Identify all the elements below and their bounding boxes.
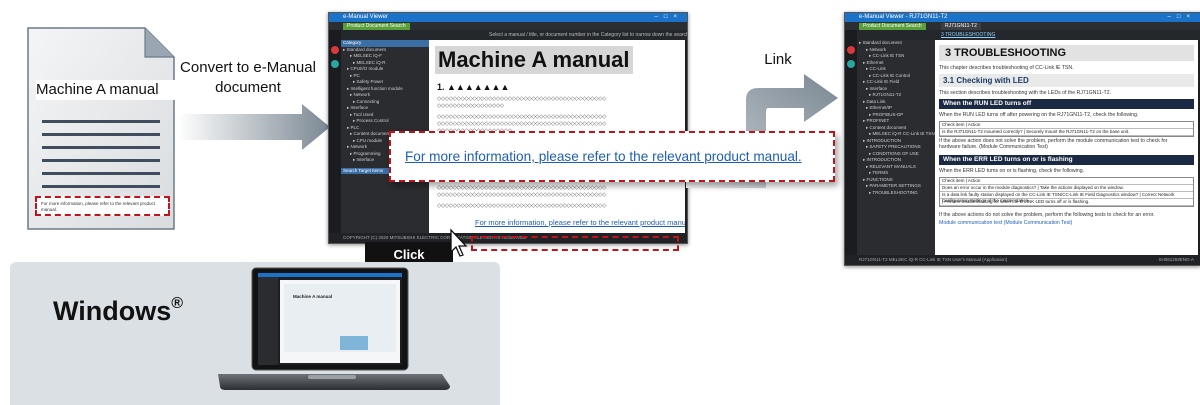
check-table: Check item | Action Is the RJ71GN11-T2 m…: [939, 121, 1194, 137]
table-row: Is the RJ71GN11-T2 mounted correctly? | …: [940, 129, 1193, 136]
placeholder-text-row: ◇◇◇◇◇◇◇◇◇◇◇◇◇◇◇◇◇◇◇◇◇◇◇◇◇◇◇◇◇◇◇◇◇◇◇◇◇◇◇◇…: [437, 121, 606, 127]
tree-item[interactable]: ▸ MELSEC iQ-R CC-Link IE TSN User's Manu…: [857, 131, 935, 138]
search-icon[interactable]: [847, 60, 855, 68]
cursor-pointer-icon: [450, 228, 468, 257]
breadcrumb[interactable]: 3 TROUBLESHOOTING: [941, 30, 995, 40]
placeholder-text-row: ◇◇◇◇◇◇◇◇◇◇◇◇◇◇◇◇◇◇◇◇◇◇◇◇◇◇◇◇◇◇◇◇◇◇◇◇◇◇◇◇…: [437, 114, 606, 120]
bullet-link[interactable]: Module communication test (Module Commun…: [939, 220, 1072, 226]
laptop-icon: [218, 267, 450, 390]
viewer-toolbar: 3 TROUBLESHOOTING: [845, 30, 1200, 40]
laptop-screen-title: Machine A manual: [293, 294, 333, 299]
tree-item[interactable]: ▸ TROUBLESHOOTING: [857, 190, 935, 197]
body-text: If the above action does not solve the p…: [939, 138, 1168, 150]
viewer-title-bar: e-Manual Viewer –□×: [329, 13, 687, 22]
section-heading: 3 TROUBLESHOOTING: [939, 45, 1194, 61]
placeholder-text-row: ◇◇◇◇◇◇◇◇◇◇◇◇◇◇◇◇◇◇◇◇◇◇◇◇◇◇◇◇◇◇◇◇◇◇◇◇◇◇◇◇…: [437, 192, 606, 198]
viewer-title-bar: e-Manual Viewer - RJ71GN11-T2 –□×: [845, 13, 1200, 22]
body-text: This section describes troubleshooting w…: [939, 90, 1112, 96]
table-row: | Perform troubleshooting for when the D…: [940, 199, 1193, 206]
windows-label: Windows®: [53, 295, 184, 326]
viewer-page: 3 TROUBLESHOOTING This chapter describes…: [935, 40, 1198, 255]
product-manual-link[interactable]: For more information, please refer to th…: [405, 149, 802, 164]
link-callout: For more information, please refer to th…: [389, 131, 835, 182]
table-row: Check item | Action: [940, 178, 1193, 185]
page-title: Machine A manual: [435, 46, 633, 74]
topic-heading: When the RUN LED turns off: [939, 99, 1194, 109]
check-table: Check item | Action Does an error occur …: [939, 177, 1194, 207]
placeholder-text-row: ◇◇◇◇◇◇◇◇◇◇◇◇◇◇◇◇◇◇◇◇◇◇◇◇◇◇◇◇◇◇◇◇◇◇◇◇◇◇◇◇…: [437, 96, 606, 102]
product-manual-link-small[interactable]: For more information, please refer to th…: [475, 218, 685, 227]
viewer-tabbar: Product Document Search RJ71GN11-T2: [845, 22, 1200, 30]
search-icon[interactable]: [331, 60, 339, 68]
document-title: Machine A manual: [36, 80, 178, 100]
convert-step-label: Convert to e-Manual document: [180, 59, 316, 96]
page-subtitle: 1. ▲▲▲▲▲▲▲: [437, 82, 510, 92]
table-row: Is a data link faulty station displayed …: [940, 192, 1193, 203]
table-row: Check item | Action: [940, 122, 1193, 129]
subsection-heading: 3.1 Checking with LED: [939, 74, 1194, 87]
side-icon-bar: [329, 30, 341, 233]
viewer-window-right: e-Manual Viewer - RJ71GN11-T2 –□× Produc…: [844, 12, 1200, 266]
tab-rj71gn11[interactable]: RJ71GN11-T2: [941, 23, 981, 30]
placeholder-text-row: ◇◇◇◇◇◇◇◇◇◇◇◇◇◇◇◇◇◇◇◇◇◇◇◇◇◇◇◇◇◇◇◇◇◇◇◇◇◇◇◇…: [437, 203, 606, 209]
table-row: Does an error occur in the module diagno…: [940, 185, 1193, 192]
tab-product-document-search[interactable]: Product Document Search: [859, 23, 926, 30]
link-highlight-box: [471, 236, 679, 251]
viewer-window-left: e-Manual Viewer –□× Product Document Sea…: [328, 12, 688, 244]
viewer-status-bar: RJ71GN11-T2 MELSEC iQ-R CC-Link IE TSN U…: [845, 255, 1200, 265]
topic-heading: When the ERR LED turns on or is flashing: [939, 155, 1194, 165]
viewer-toolbar: Select a manual / title, or document num…: [329, 30, 687, 40]
intro-text: This chapter describes troubleshooting o…: [939, 65, 1074, 71]
convert-arrow: [178, 104, 330, 150]
viewer-tabbar: Product Document Search: [329, 22, 687, 30]
document-footer-note: For more information, please refer to th…: [35, 196, 170, 216]
body-text: When the RUN LED turns off after powerin…: [939, 112, 1139, 118]
home-icon[interactable]: [847, 46, 855, 54]
toolbar-hint: Select a manual / title, or document num…: [489, 32, 688, 38]
tab-product-document-search[interactable]: Product Document Search: [343, 23, 410, 30]
placeholder-text-row: ◇◇◇◇◇◇◇◇◇◇◇◇◇◇◇◇◇◇◇◇◇◇◇◇◇◇◇◇◇◇◇◇◇◇◇◇◇◇◇◇…: [437, 185, 606, 191]
side-icon-bar: [845, 30, 857, 255]
body-text: If the above actions do not solve the pr…: [939, 212, 1155, 218]
body-text: When the ERR LED turns on or is flashing…: [939, 168, 1085, 174]
placeholder-text-row: ◇◇◇◇◇◇◇◇◇◇◇◇◇◇◇◇◇: [437, 103, 504, 109]
home-icon[interactable]: [331, 46, 339, 54]
category-tree: ▸ Standard document ▸ Network ▸ CC-Link IE…: [857, 40, 935, 255]
